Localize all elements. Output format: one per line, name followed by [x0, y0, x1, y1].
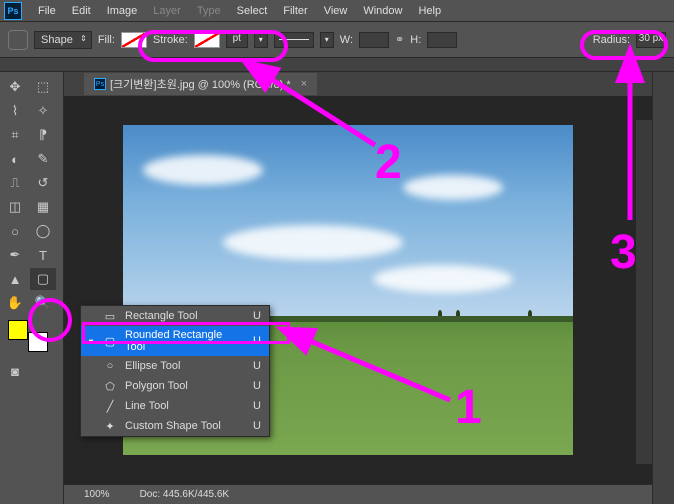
eyedropper-tool[interactable]: ⁋: [30, 124, 56, 146]
flyout-label: Ellipse Tool: [125, 360, 243, 372]
blur-tool[interactable]: ○: [2, 220, 28, 242]
menu-file[interactable]: File: [30, 5, 64, 17]
shape-tool[interactable]: ▢: [30, 268, 56, 290]
h-label: H:: [410, 34, 421, 46]
flyout-label: Polygon Tool: [125, 380, 243, 392]
menu-select[interactable]: Select: [229, 5, 276, 17]
menu-filter[interactable]: Filter: [275, 5, 315, 17]
brush-tool[interactable]: ✎: [30, 148, 56, 170]
menu-type[interactable]: Type: [189, 5, 229, 17]
sub-options-bar: [0, 58, 674, 72]
stroke-label: Stroke:: [153, 34, 188, 46]
options-bar: Shape Fill: Stroke: pt ▾ ▾ W: ⚭ H: Radiu…: [0, 22, 674, 58]
type-tool[interactable]: T: [30, 244, 56, 266]
doc-icon: Ps: [94, 78, 106, 90]
doc-info: Doc: 445.6K/445.6K: [140, 489, 230, 500]
stroke-swatch[interactable]: [194, 32, 220, 48]
status-bar: 100% Doc: 445.6K/445.6K: [64, 484, 652, 504]
app-logo: Ps: [4, 2, 22, 20]
flyout-custom-shape-tool[interactable]: ✦ Custom Shape Tool U: [81, 416, 269, 436]
close-tab-icon[interactable]: ×: [301, 78, 307, 90]
flyout-line-tool[interactable]: ╱ Line Tool U: [81, 396, 269, 416]
menu-window[interactable]: Window: [355, 5, 410, 17]
background-color-swatch[interactable]: [28, 332, 48, 352]
flyout-shortcut: U: [251, 420, 263, 432]
flyout-shortcut: U: [251, 310, 263, 322]
radius-label: Radius:: [593, 34, 630, 46]
pen-tool[interactable]: ✒: [2, 244, 28, 266]
radius-input[interactable]: 30 px: [636, 32, 666, 48]
fill-label: Fill:: [98, 34, 115, 46]
menu-image[interactable]: Image: [99, 5, 146, 17]
panel-dock[interactable]: [652, 72, 674, 504]
flyout-label: Line Tool: [125, 400, 243, 412]
rectangle-icon: ▭: [103, 309, 117, 323]
vertical-scrollbar[interactable]: [636, 120, 652, 464]
history-brush-tool[interactable]: ↺: [30, 172, 56, 194]
stamp-tool[interactable]: ⎍: [2, 172, 28, 194]
ellipse-icon: ○: [103, 359, 117, 373]
move-tool[interactable]: ✥: [2, 76, 28, 98]
menu-layer[interactable]: Layer: [145, 5, 189, 17]
heal-tool[interactable]: ◐: [2, 148, 28, 170]
hand-tool[interactable]: ✋: [2, 292, 28, 314]
quickmask-toggle[interactable]: ◙: [2, 360, 28, 382]
marquee-tool[interactable]: ⬚: [30, 76, 56, 98]
flyout-ellipse-tool[interactable]: ○ Ellipse Tool U: [81, 356, 269, 376]
wand-tool[interactable]: ✧: [30, 100, 56, 122]
height-input[interactable]: [427, 32, 457, 48]
flyout-shortcut: U: [251, 335, 263, 347]
dodge-tool[interactable]: ◯: [30, 220, 56, 242]
flyout-polygon-tool[interactable]: ⬠ Polygon Tool U: [81, 376, 269, 396]
zoom-level[interactable]: 100%: [84, 489, 110, 500]
doc-title: [크기변환]초원.jpg @ 100% (RGB/8) *: [110, 76, 291, 92]
eraser-tool[interactable]: ◫: [2, 196, 28, 218]
flyout-label: Rounded Rectangle Tool: [125, 329, 243, 353]
polygon-icon: ⬠: [103, 379, 117, 393]
flyout-rounded-rectangle-tool[interactable]: ■ ▢ Rounded Rectangle Tool U: [81, 326, 269, 356]
flyout-label: Rectangle Tool: [125, 310, 243, 322]
stroke-width-input[interactable]: pt: [226, 32, 248, 48]
active-tool-icon[interactable]: [8, 30, 28, 50]
width-input[interactable]: [359, 32, 389, 48]
stroke-style-dropdown[interactable]: ▾: [320, 32, 334, 48]
canvas-area: Ps [크기변환]초원.jpg @ 100% (RGB/8) * × 100% …: [64, 72, 652, 504]
menu-edit[interactable]: Edit: [64, 5, 99, 17]
gradient-tool[interactable]: ▦: [30, 196, 56, 218]
toolbox: ✥⬚ ⌇✧ ⌗⁋ ◐✎ ⎍↺ ◫▦ ○◯ ✒T ▲▢ ✋🔍 ◙: [0, 72, 64, 504]
menu-bar: Ps File Edit Image Layer Type Select Fil…: [0, 0, 674, 22]
flyout-bullet: ■: [87, 337, 95, 346]
flyout-shortcut: U: [251, 360, 263, 372]
line-icon: ╱: [103, 399, 117, 413]
shape-tool-flyout: ▭ Rectangle Tool U ■ ▢ Rounded Rectangle…: [80, 305, 270, 437]
workspace: ✥⬚ ⌇✧ ⌗⁋ ◐✎ ⎍↺ ◫▦ ○◯ ✒T ▲▢ ✋🔍 ◙ Ps [크기변환…: [0, 72, 674, 504]
menu-view[interactable]: View: [316, 5, 356, 17]
link-wh-icon[interactable]: ⚭: [395, 33, 404, 46]
color-swatches: [8, 320, 48, 352]
image-sky: [123, 125, 573, 316]
path-select-tool[interactable]: ▲: [2, 268, 28, 290]
zoom-tool[interactable]: 🔍: [30, 292, 56, 314]
foreground-color-swatch[interactable]: [8, 320, 28, 340]
document-tab-bar: Ps [크기변환]초원.jpg @ 100% (RGB/8) * ×: [64, 72, 652, 96]
flyout-shortcut: U: [251, 380, 263, 392]
menu-help[interactable]: Help: [410, 5, 449, 17]
shape-mode-dropdown[interactable]: Shape: [34, 31, 92, 49]
crop-tool[interactable]: ⌗: [2, 124, 28, 146]
flyout-label: Custom Shape Tool: [125, 420, 243, 432]
stroke-width-dropdown[interactable]: ▾: [254, 32, 268, 48]
stroke-style[interactable]: [274, 32, 314, 48]
lasso-tool[interactable]: ⌇: [2, 100, 28, 122]
w-label: W:: [340, 34, 353, 46]
document-tab[interactable]: Ps [크기변환]초원.jpg @ 100% (RGB/8) * ×: [84, 73, 317, 95]
fill-swatch[interactable]: [121, 32, 147, 48]
flyout-rectangle-tool[interactable]: ▭ Rectangle Tool U: [81, 306, 269, 326]
flyout-shortcut: U: [251, 400, 263, 412]
custom-shape-icon: ✦: [103, 419, 117, 433]
rounded-rectangle-icon: ▢: [103, 334, 117, 348]
